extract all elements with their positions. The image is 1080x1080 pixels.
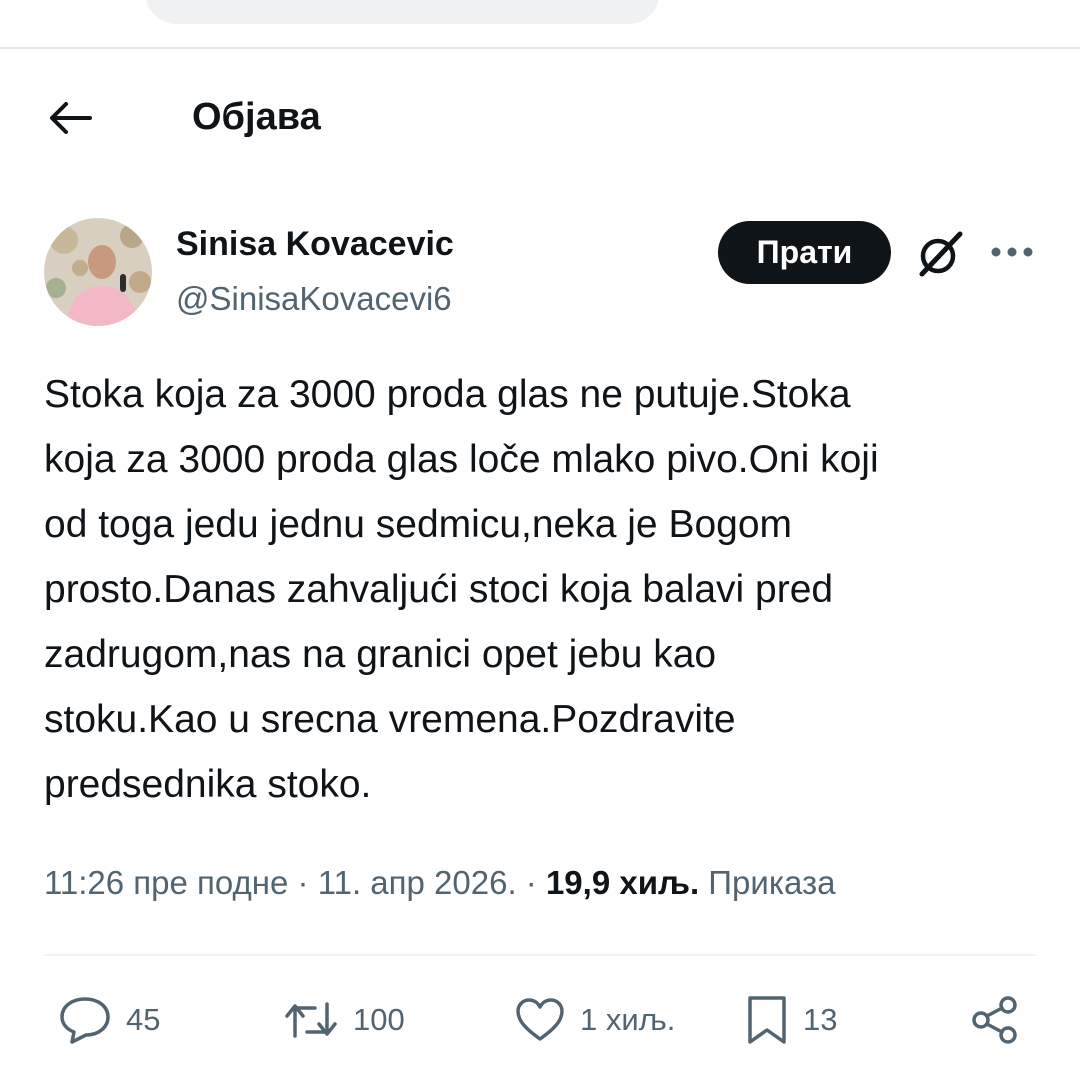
share-button[interactable] [970, 992, 1020, 1048]
reply-button[interactable]: 45 [58, 992, 160, 1048]
reply-icon [60, 997, 110, 1044]
like-button[interactable]: 1 хиљ. [514, 992, 675, 1048]
grok-icon [919, 231, 963, 277]
grok-button[interactable] [910, 224, 970, 284]
divider [44, 954, 1036, 956]
bookmark-count: 13 [803, 1002, 838, 1037]
heart-icon [516, 998, 564, 1041]
author-handle[interactable]: @SinisaKovacevi6 [176, 276, 452, 322]
avatar[interactable] [44, 218, 152, 326]
retweet-icon [285, 1002, 337, 1038]
bookmark-button[interactable]: 13 [745, 992, 837, 1048]
views-count[interactable]: 19,9 хиљ. [546, 864, 699, 901]
more-dots-icon [991, 247, 1033, 257]
avatar-image [44, 218, 152, 326]
tweet-meta: 11:26 пре подне · 11. апр 2026. · 19,9 х… [44, 860, 1044, 906]
meta-separator: · [516, 864, 546, 901]
meta-separator: · [288, 864, 318, 901]
more-button[interactable] [984, 228, 1040, 276]
tweet-date[interactable]: 11. апр 2026. [318, 864, 517, 901]
author-name[interactable]: Sinisa Kovacevic [176, 222, 454, 266]
retweet-count: 100 [353, 1002, 405, 1037]
search-bar[interactable] [145, 0, 660, 24]
top-divider [0, 47, 1080, 49]
like-count: 1 хиљ. [580, 1002, 676, 1037]
post-page: Објава Sinisa Kovacevic @SinisaKovacevi6… [0, 0, 1080, 1080]
reply-count: 45 [126, 1002, 161, 1037]
page-title: Објава [192, 96, 321, 138]
bookmark-icon [748, 996, 786, 1044]
follow-button[interactable]: Прати [718, 221, 891, 284]
arrow-left-icon [50, 102, 92, 134]
tweet-text: Stoka koja za 3000 proda glas ne putuje.… [44, 373, 879, 806]
back-button[interactable] [44, 92, 96, 144]
retweet-button[interactable]: 100 [283, 992, 405, 1048]
views-label: Приказа [699, 864, 836, 901]
share-icon [972, 996, 1017, 1044]
tweet-time[interactable]: 11:26 пре подне [44, 864, 288, 901]
